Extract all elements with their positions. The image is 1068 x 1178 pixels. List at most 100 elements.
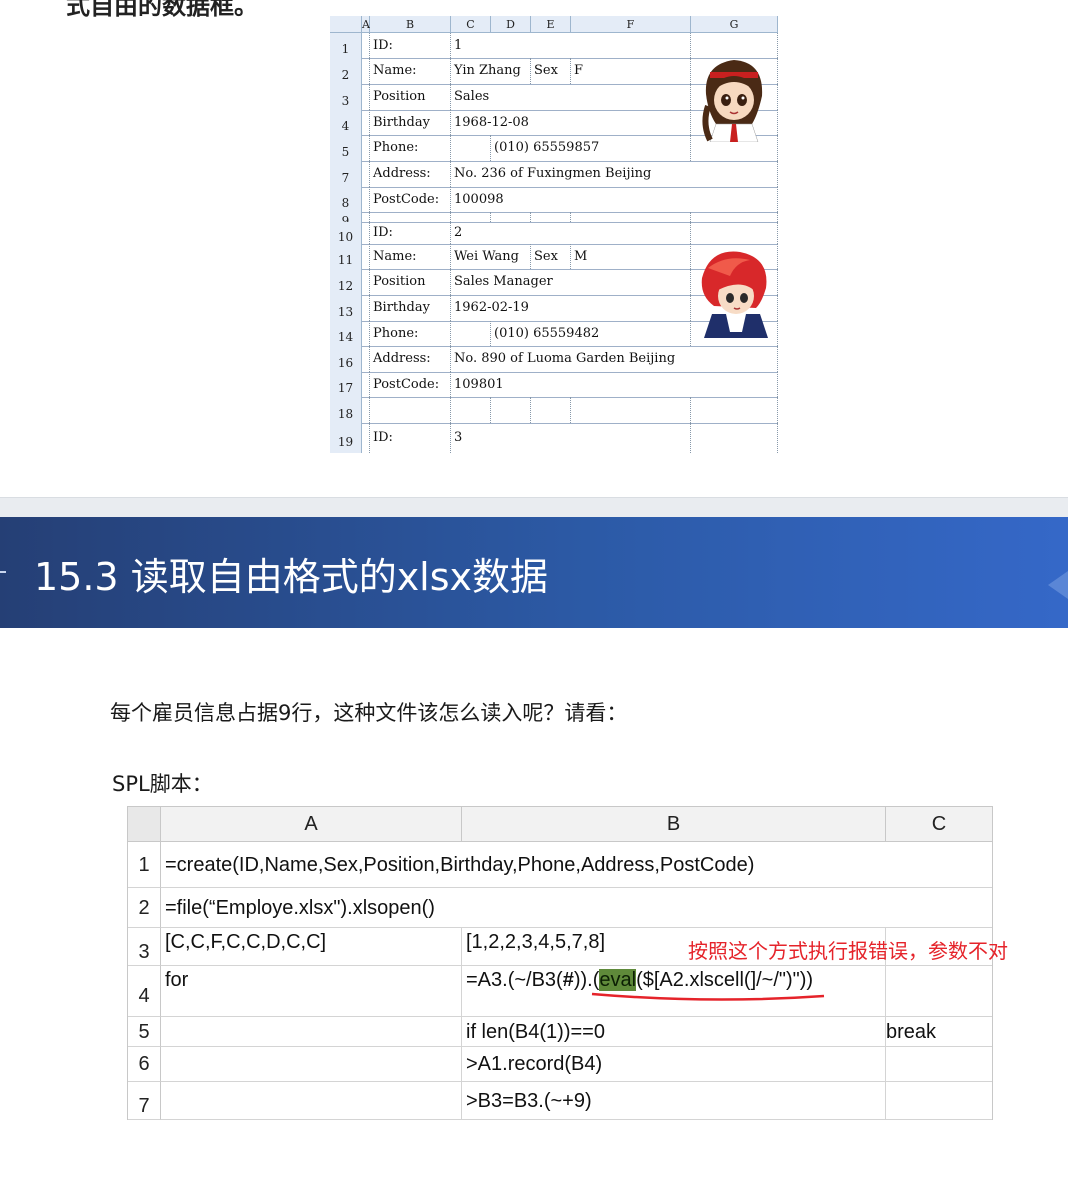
code-fragment: =A3.(~/B3(	[466, 969, 563, 991]
question-paragraph: 每个雇员信息占据9行，这种文件该怎么读入呢？请看：	[110, 701, 628, 725]
excel-cell-a	[362, 58, 370, 84]
excel-cell-a	[362, 346, 370, 372]
section-divider	[0, 497, 1068, 518]
excel-cell-a	[362, 372, 370, 397]
excel-col-a: A	[362, 16, 370, 33]
excel-cell-label: PostCode:	[370, 187, 451, 212]
excel-cell-label: Address:	[370, 346, 451, 372]
excel-cell-a	[362, 84, 370, 110]
excel-col-c: C	[451, 16, 491, 33]
excel-col-f: F	[571, 16, 691, 33]
excel-cell-empty	[491, 212, 531, 222]
excel-cell-a	[362, 397, 370, 423]
excel-cell-empty	[451, 212, 491, 222]
grid-cell-c4[interactable]	[886, 966, 992, 1017]
code-fragment: #	[562, 969, 574, 991]
grid-corner	[128, 807, 161, 842]
excel-cell-label: Address:	[370, 161, 451, 187]
excel-row-header: 8	[330, 187, 362, 212]
employee-avatar-1	[702, 60, 763, 142]
top-partial-text: 式自由的数据框。	[66, 0, 258, 20]
section-banner: 15.3 读取自由格式的xlsx数据	[0, 517, 1068, 628]
spl-script-label: SPL脚本：	[112, 772, 213, 796]
excel-screenshot: A B C D E F G 1 ID: 1 2 Name: Yin Zhang Sex F 3 P…	[330, 16, 778, 453]
excel-cell-empty	[491, 397, 531, 423]
grid-col-a[interactable]: A	[161, 807, 462, 842]
excel-cell-sex-value: F	[571, 58, 691, 84]
excel-row-header: 18	[330, 397, 362, 423]
grid-cell-c7[interactable]	[886, 1082, 992, 1120]
excel-cell-label: Phone:	[370, 321, 451, 346]
excel-cell-value: Sales	[451, 84, 691, 110]
grid-col-b[interactable]: B	[462, 807, 886, 842]
excel-cell-value: 109801	[451, 372, 778, 397]
excel-cell-value: 100098	[451, 187, 778, 212]
excel-cell-value: (010) 65559857	[491, 135, 691, 161]
excel-row-header: 10	[330, 222, 362, 244]
grid-row-header[interactable]: 7	[128, 1082, 161, 1120]
excel-cell-value: 2	[451, 222, 691, 244]
excel-cell-value: No. 236 of Fuxingmen Beijing	[451, 161, 778, 187]
excel-row-header: 9	[330, 212, 362, 228]
grid-row-header[interactable]: 5	[128, 1017, 161, 1047]
grid-cell-a2[interactable]: =file(“Employe.xlsx").xlsopen()	[161, 888, 992, 928]
excel-cell-c	[451, 321, 491, 346]
grid-cell-a4[interactable]: for	[161, 966, 462, 1017]
excel-cell-label: Phone:	[370, 135, 451, 161]
grid-row-header[interactable]: 3	[128, 928, 161, 966]
grid-cell-b5[interactable]: if len(B4(1))==0	[462, 1017, 886, 1047]
excel-cell-label: Position	[370, 269, 451, 295]
grid-cell-c6[interactable]	[886, 1047, 992, 1082]
excel-col-b: B	[370, 16, 451, 33]
excel-row-header: 1	[330, 33, 362, 58]
excel-row-header: 14	[330, 321, 362, 346]
grid-cell-a7[interactable]	[161, 1082, 462, 1120]
excel-cell-a	[362, 244, 370, 269]
excel-cell-value: 1968-12-08	[451, 110, 691, 135]
excel-cell-a	[362, 33, 370, 58]
excel-row-header: 16	[330, 346, 362, 372]
excel-cell-empty	[691, 212, 778, 222]
excel-cell-label: Position	[370, 84, 451, 110]
excel-cell-a	[362, 187, 370, 212]
excel-row-header: 19	[330, 423, 362, 453]
excel-cell-sex-label: Sex	[531, 244, 571, 269]
error-annotation: 按照这个方式执行报错误，参数不对	[688, 939, 1008, 963]
banner-arrow-icon[interactable]	[1048, 571, 1068, 599]
excel-row-header: 11	[330, 244, 362, 269]
grid-cell-a1[interactable]: =create(ID,Name,Sex,Position,Birthday,Ph…	[161, 842, 992, 888]
excel-cell-label: ID:	[370, 423, 451, 453]
excel-cell-empty	[571, 397, 691, 423]
excel-cell-a	[362, 423, 370, 453]
grid-row-header[interactable]: 4	[128, 966, 161, 1017]
excel-cell-empty	[451, 397, 491, 423]
grid-cell-a5[interactable]	[161, 1017, 462, 1047]
excel-cell-empty	[531, 212, 571, 222]
excel-col-g: G	[691, 16, 778, 33]
grid-row-header[interactable]: 6	[128, 1047, 161, 1082]
excel-cell-a	[362, 212, 370, 222]
excel-cell-a	[362, 135, 370, 161]
grid-cell-a6[interactable]	[161, 1047, 462, 1082]
excel-row: PostCode: 109801	[362, 372, 778, 398]
excel-row-header: 17	[330, 372, 362, 397]
grid-cell-c5[interactable]: break	[886, 1017, 992, 1047]
grid-cell-a3[interactable]: [C,C,F,C,C,D,C,C]	[161, 928, 462, 966]
excel-cell-a	[362, 110, 370, 135]
excel-row: Address: No. 890 of Luoma Garden Beijing	[362, 346, 778, 373]
grid-cell-b7[interactable]: >B3=B3.(~+9)	[462, 1082, 886, 1120]
excel-cell-value: Wei Wang	[451, 244, 531, 269]
excel-cell-value: 1	[451, 33, 691, 58]
excel-cell-a	[362, 295, 370, 321]
excel-row-header: 2	[330, 58, 362, 84]
grid-row-header[interactable]: 1	[128, 842, 161, 888]
excel-cell-g	[691, 222, 778, 244]
excel-row-header: 4	[330, 110, 362, 135]
grid-cell-b6[interactable]: >A1.record(B4)	[462, 1047, 886, 1082]
grid-col-c[interactable]: C	[886, 807, 992, 842]
excel-cell-a	[362, 161, 370, 187]
excel-corner	[330, 16, 362, 33]
excel-cell-label: Name:	[370, 244, 451, 269]
banner-dash	[0, 571, 6, 573]
grid-row-header[interactable]: 2	[128, 888, 161, 928]
